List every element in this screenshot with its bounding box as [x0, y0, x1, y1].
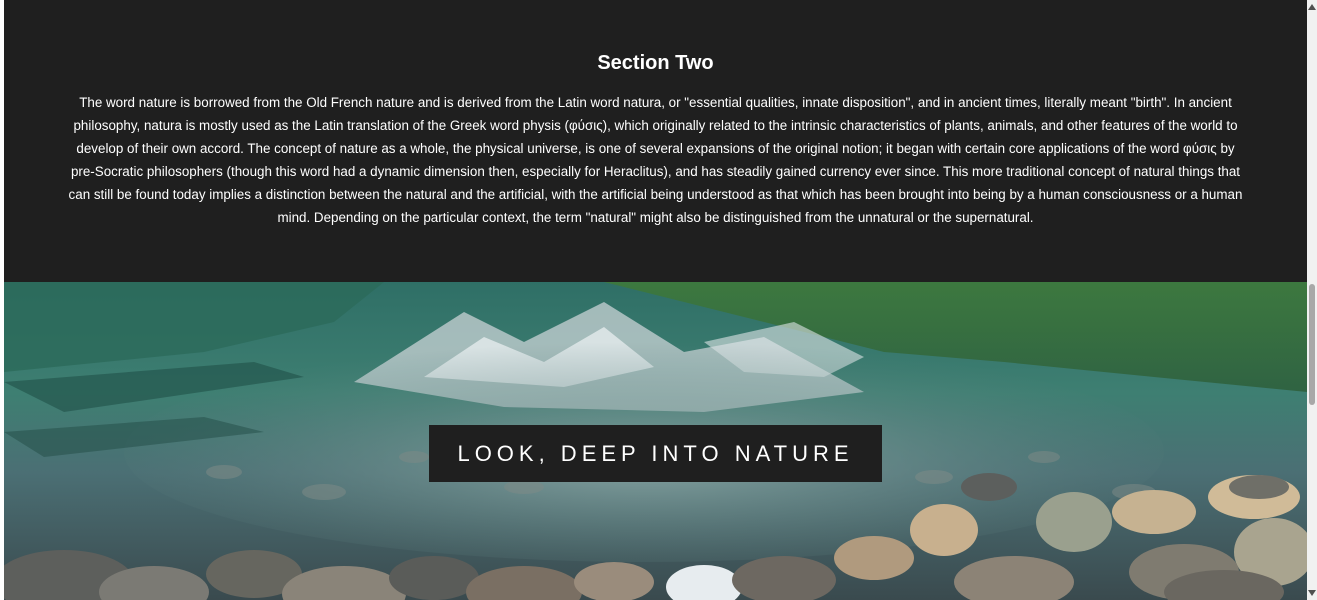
- scroll-up-arrow-icon[interactable]: [1308, 4, 1316, 10]
- section-two: Section Two The word nature is borrowed …: [4, 0, 1307, 282]
- section-title: Section Two: [597, 52, 714, 74]
- vertical-scrollbar[interactable]: [1307, 0, 1317, 600]
- scroll-down-arrow-icon[interactable]: [1308, 590, 1316, 596]
- hero-image-section: LOOK, DEEP INTO NATURE: [4, 282, 1307, 600]
- hero-caption: LOOK, DEEP INTO NATURE: [429, 425, 882, 482]
- section-paragraph: The word nature is borrowed from the Old…: [68, 95, 1243, 225]
- page: Section Two The word nature is borrowed …: [4, 0, 1307, 600]
- scrollbar-thumb[interactable]: [1309, 284, 1315, 405]
